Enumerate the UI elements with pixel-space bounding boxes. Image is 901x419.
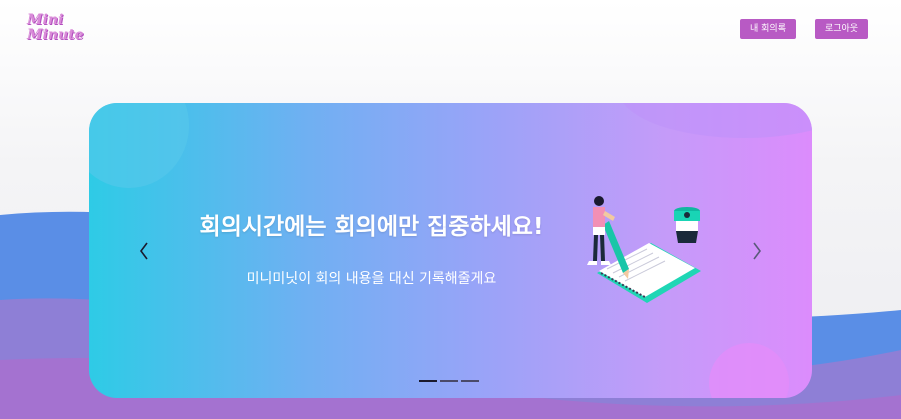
chevron-right-icon (753, 242, 761, 260)
logout-button[interactable]: 로그아웃 (815, 19, 868, 39)
carousel-next-button[interactable] (745, 238, 769, 264)
slide-title: 회의시간에는 회의에만 집중하세요! (199, 214, 544, 240)
logo-line-2: Minute (27, 27, 84, 43)
logo-line-1: Mini (27, 12, 64, 28)
carousel-indicator[interactable] (440, 380, 458, 382)
slide-subtitle: 미니미닛이 회의 내용을 대신 기록해줄게요 (246, 271, 497, 287)
hero-carousel: 회의시간에는 회의에만 집중하세요! 미니미닛이 회의 내용을 대신 기록해줄게… (89, 103, 812, 398)
logo[interactable]: Mini Minute (27, 13, 87, 47)
carousel-prev-button[interactable] (132, 238, 156, 264)
decor-blob (619, 103, 812, 138)
my-meetings-button[interactable]: 내 회의록 (740, 19, 796, 39)
chevron-left-icon (140, 242, 148, 260)
decor-blob (709, 343, 789, 398)
carousel-indicators (419, 380, 479, 384)
header: Mini Minute 내 회의록 로그아웃 (0, 0, 901, 60)
note-taking-illustration (587, 196, 701, 303)
carousel-indicator[interactable] (461, 380, 479, 382)
carousel-indicator[interactable] (419, 380, 437, 382)
decor-blob (89, 103, 189, 188)
